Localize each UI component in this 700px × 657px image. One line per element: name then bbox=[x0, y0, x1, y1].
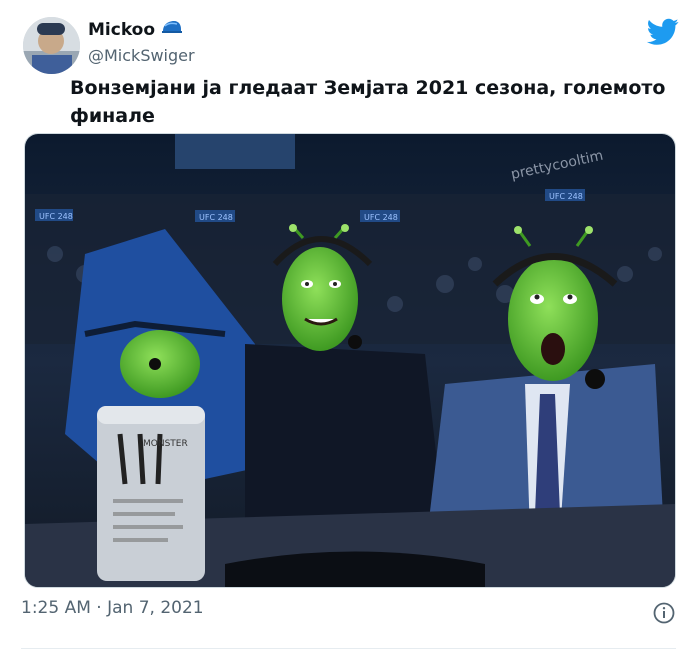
author-row: Mickoo bbox=[88, 20, 183, 40]
divider bbox=[21, 648, 676, 649]
avatar-image bbox=[23, 17, 80, 74]
twitter-bird-icon[interactable] bbox=[646, 18, 679, 46]
display-name[interactable]: Mickoo bbox=[88, 20, 155, 40]
meme-image: UFC 248 UFC 248 UFC 248 UFC 248 prettyco… bbox=[25, 134, 675, 587]
cap-icon bbox=[161, 20, 183, 40]
banner-text-2: UFC 248 bbox=[199, 213, 233, 222]
heart-icon[interactable] bbox=[24, 652, 42, 657]
banner-text-1: UFC 248 bbox=[39, 212, 73, 221]
tweet-media[interactable]: UFC 248 UFC 248 UFC 248 UFC 248 prettyco… bbox=[24, 133, 676, 588]
can-brand-text: MONSTER bbox=[143, 439, 188, 449]
user-handle[interactable]: @MickSwiger bbox=[88, 46, 195, 65]
banner-text-3: UFC 248 bbox=[364, 213, 398, 222]
tweet-text: Вонземјани ја гледаат Земјата 2021 сезон… bbox=[70, 77, 666, 127]
info-icon[interactable] bbox=[653, 602, 675, 624]
banner-text-4: UFC 248 bbox=[549, 192, 583, 201]
tweet-timestamp[interactable]: 1:25 AM · Jan 7, 2021 bbox=[21, 598, 204, 618]
avatar[interactable] bbox=[23, 17, 80, 74]
